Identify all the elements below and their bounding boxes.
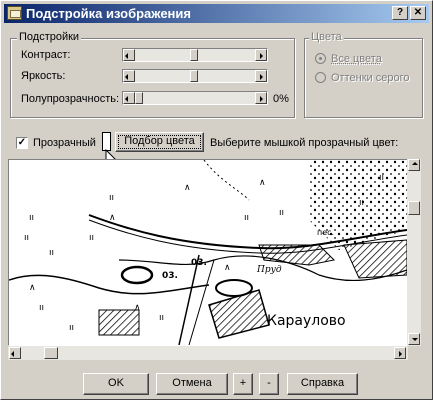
- map-label-prud: Пруд: [256, 265, 282, 275]
- map-image: ıııııı ıııııı ıııııı ∧ ∧∧ ıııııı ∧∧∧ 03. …: [9, 160, 407, 345]
- svg-text:ıı: ıı: [69, 323, 74, 333]
- horizontal-scroll-thumb[interactable]: [44, 347, 58, 359]
- adjustments-legend: Подстройки: [17, 31, 82, 43]
- plus-button[interactable]: +: [233, 373, 253, 395]
- ok-button[interactable]: OK: [83, 373, 149, 395]
- contrast-left-arrow-icon[interactable]: [123, 49, 135, 61]
- transparency-value: 0%: [273, 93, 289, 105]
- window-title: Подстройка изображения: [26, 6, 191, 21]
- pick-hint: Выберите мышкой прозрачный цвет:: [210, 137, 399, 149]
- help-button[interactable]: Справка: [287, 373, 358, 395]
- svg-text:∧: ∧: [29, 283, 36, 293]
- svg-text:ıı: ıı: [359, 198, 364, 208]
- svg-text:ıı: ıı: [159, 313, 164, 323]
- brightness-slider[interactable]: [122, 69, 268, 83]
- colors-legend: Цвета: [309, 31, 344, 43]
- svg-text:∧: ∧: [184, 183, 191, 193]
- scroll-up-arrow-icon[interactable]: [408, 159, 420, 171]
- transparent-label: Прозрачный: [33, 137, 96, 149]
- svg-text:∧: ∧: [134, 303, 141, 313]
- transparency-left-arrow-icon[interactable]: [123, 92, 135, 104]
- svg-text:∧: ∧: [259, 178, 266, 188]
- map-place-label: Караулово: [267, 313, 346, 329]
- scroll-down-arrow-icon[interactable]: [408, 333, 420, 345]
- map-label-03b: 03.: [191, 258, 207, 268]
- grayscale-label: Оттенки серого: [331, 72, 410, 84]
- contrast-slider[interactable]: [122, 48, 268, 62]
- brightness-label: Яркость:: [21, 70, 66, 82]
- map-label-pes: пес.: [317, 228, 334, 237]
- svg-text:ıı: ıı: [49, 248, 54, 258]
- svg-text:∧: ∧: [109, 213, 116, 223]
- all-colors-radio[interactable]: [315, 53, 326, 64]
- svg-text:ıı: ıı: [24, 233, 29, 243]
- svg-text:∧: ∧: [224, 263, 231, 273]
- svg-text:ıı: ıı: [279, 208, 284, 218]
- map-horizontal-scrollbar[interactable]: [8, 346, 408, 360]
- map-preview[interactable]: ıı ıı ıı ıı ıı ıı ıı ıı ıı ∧ ∧ ∧ ıı ıı ıı ∧ ∧ ∧ 03. …: [8, 159, 408, 346]
- cancel-button[interactable]: Отмена: [156, 373, 228, 395]
- svg-text:ıı: ıı: [29, 213, 34, 223]
- map-vertical-scrollbar[interactable]: [407, 159, 421, 346]
- grayscale-radio[interactable]: [315, 72, 326, 83]
- scroll-left-arrow-icon[interactable]: [9, 347, 21, 359]
- transparency-slider[interactable]: [122, 91, 268, 105]
- svg-text:ıı: ıı: [244, 213, 249, 223]
- svg-text:ıı: ıı: [379, 173, 384, 183]
- adjust-image-dialog: Подстройка изображения ? ✕ Подстройки Ко…: [0, 0, 433, 400]
- image-adjust-icon: [7, 6, 22, 20]
- map-label-03a: 03.: [162, 271, 178, 281]
- svg-text:ıı: ıı: [89, 233, 94, 243]
- transparent-checkbox[interactable]: ✓: [16, 137, 28, 149]
- brightness-right-arrow-icon[interactable]: [255, 70, 267, 82]
- transparency-slider-thumb[interactable]: [135, 92, 143, 104]
- contrast-label: Контраст:: [21, 49, 71, 61]
- svg-text:ıı: ıı: [39, 303, 44, 313]
- title-bar[interactable]: Подстройка изображения ? ✕: [4, 4, 429, 23]
- svg-text:ıı: ıı: [109, 193, 114, 203]
- scroll-right-arrow-icon[interactable]: [394, 347, 406, 359]
- pick-color-button[interactable]: Подбор цвета: [115, 132, 204, 152]
- contrast-slider-thumb[interactable]: [190, 49, 198, 61]
- help-icon[interactable]: ?: [392, 6, 408, 20]
- transparency-label: Полупрозрачность:: [21, 93, 120, 105]
- vertical-scroll-thumb[interactable]: [408, 201, 420, 215]
- transparency-right-arrow-icon[interactable]: [255, 92, 267, 104]
- brightness-left-arrow-icon[interactable]: [123, 70, 135, 82]
- close-icon[interactable]: ✕: [410, 6, 426, 20]
- all-colors-label: Все цвета: [331, 53, 382, 65]
- minus-button[interactable]: -: [259, 373, 279, 395]
- contrast-right-arrow-icon[interactable]: [255, 49, 267, 61]
- brightness-slider-thumb[interactable]: [190, 70, 198, 82]
